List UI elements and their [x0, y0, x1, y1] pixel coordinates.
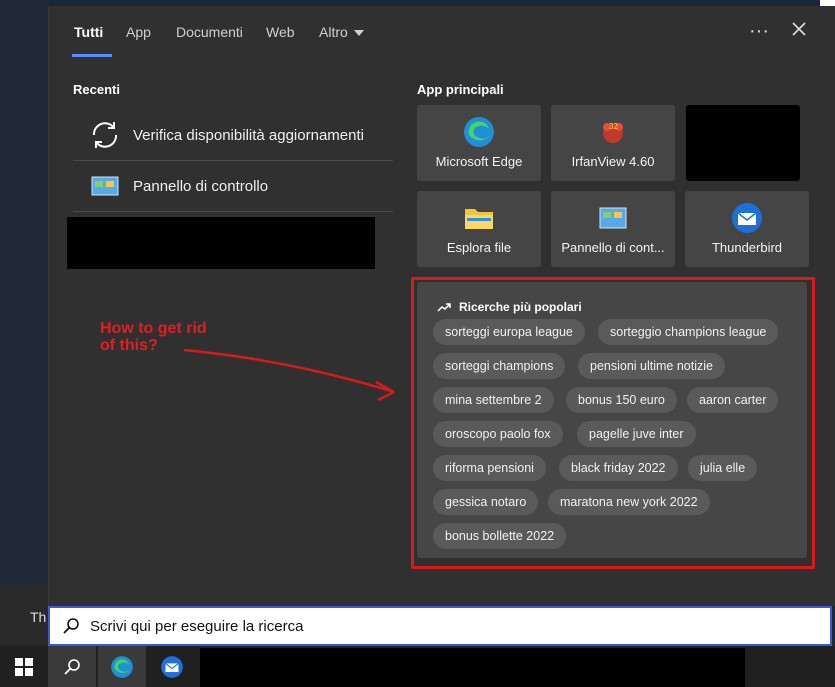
control-panel-icon	[87, 168, 123, 204]
app-tile-label: Microsoft Edge	[435, 154, 523, 169]
background-window-fragment: Th	[0, 585, 48, 645]
taskbar	[0, 646, 835, 687]
more-options-icon[interactable]: ···	[749, 20, 769, 43]
app-tile-label: IrfanView 4.60	[571, 154, 655, 169]
taskbar-redacted-area	[200, 648, 745, 687]
recent-item-label: Pannello di controllo	[133, 177, 269, 195]
tab-documents[interactable]: Documenti	[176, 24, 243, 40]
edge-icon	[464, 117, 494, 147]
tab-more-label: Altro	[319, 24, 348, 40]
start-button[interactable]	[0, 646, 48, 687]
app-tile-thunderbird[interactable]: Thunderbird	[685, 191, 809, 267]
tab-more[interactable]: Altro	[319, 24, 364, 40]
svg-text:32: 32	[609, 122, 618, 131]
recent-title: Recenti	[73, 82, 120, 97]
recent-item-updates[interactable]: Verifica disponibilità aggiornamenti	[73, 110, 393, 161]
background-partial-text: Th	[30, 609, 47, 625]
taskbar-thunderbird-button[interactable]	[148, 646, 196, 687]
thunderbird-icon	[732, 203, 762, 233]
redacted-area	[67, 217, 375, 269]
app-tile-irfanview[interactable]: 32 IrfanView 4.60	[551, 105, 675, 181]
thunderbird-icon	[161, 655, 183, 678]
search-tabs: Tutti App Documenti Web Altro ···	[49, 6, 835, 60]
windows-logo-icon	[15, 657, 33, 676]
control-panel-icon	[599, 207, 627, 229]
search-icon	[64, 658, 80, 675]
app-tile-label: Thunderbird	[711, 240, 783, 255]
app-tile-edge[interactable]: Microsoft Edge	[417, 105, 541, 181]
top-apps-title: App principali	[417, 82, 504, 97]
app-tile-redacted[interactable]	[686, 105, 800, 181]
folder-icon	[465, 209, 493, 229]
app-tile-label: Esplora file	[446, 240, 512, 255]
app-tile-label: Pannello di cont...	[561, 240, 665, 255]
recent-list: Verifica disponibilità aggiornamenti Pan…	[73, 110, 393, 212]
edge-icon	[111, 655, 133, 678]
recent-item-control-panel[interactable]: Pannello di controllo	[73, 161, 393, 212]
app-tile-control-panel[interactable]: Pannello di cont...	[551, 191, 675, 267]
annotation-highlight-box	[411, 277, 815, 569]
recent-item-label: Verifica disponibilità aggiornamenti	[133, 126, 364, 144]
chevron-down-icon	[353, 30, 364, 37]
search-input[interactable]	[88, 616, 830, 636]
search-icon	[63, 618, 79, 634]
close-icon[interactable]	[791, 20, 807, 43]
refresh-icon	[87, 117, 123, 153]
annotation-arrow-icon	[183, 348, 395, 402]
irfanview-icon: 32	[603, 122, 623, 143]
tab-all[interactable]: Tutti	[74, 24, 103, 40]
desktop-background-left	[0, 0, 48, 590]
annotation-line: How to get rid	[100, 320, 207, 337]
tab-apps[interactable]: App	[126, 24, 151, 40]
app-tile-file-explorer[interactable]: Esplora file	[417, 191, 541, 267]
search-box[interactable]	[48, 606, 832, 646]
taskbar-edge-button[interactable]	[98, 646, 146, 687]
taskbar-search-button[interactable]	[48, 646, 96, 687]
active-tab-indicator	[72, 54, 112, 57]
tab-web[interactable]: Web	[266, 24, 295, 40]
